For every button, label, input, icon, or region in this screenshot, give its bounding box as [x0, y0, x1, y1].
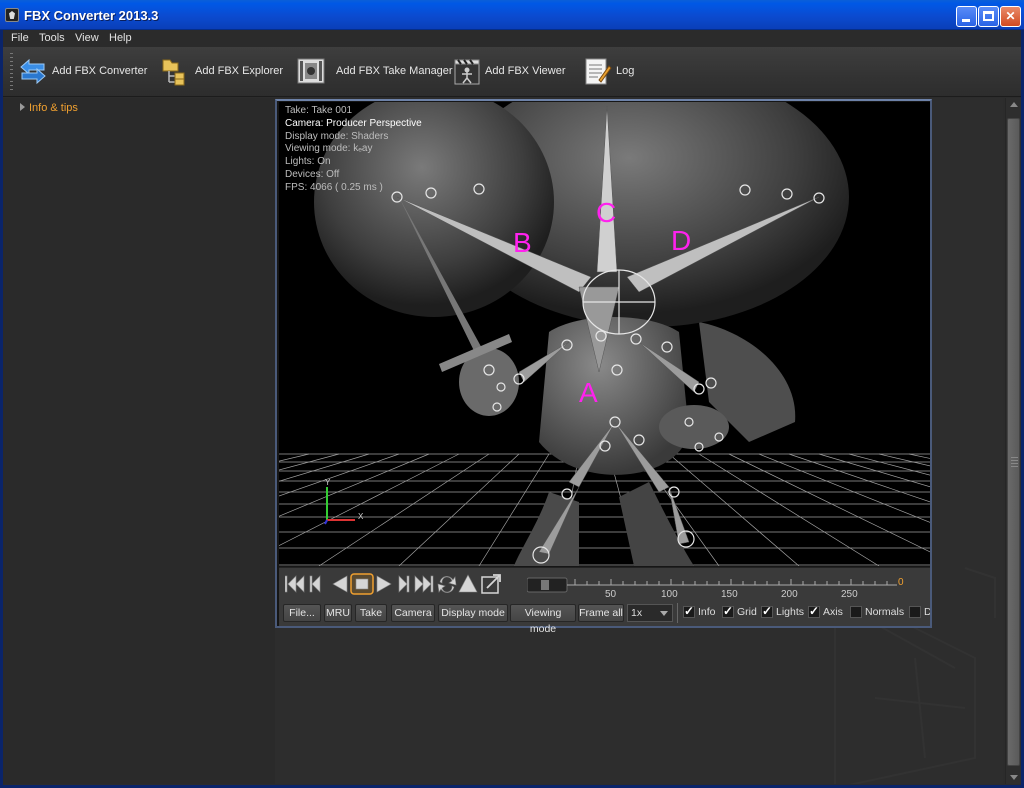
marker-d: D [671, 225, 691, 256]
hud-viewing-mode-value: kₑay [353, 143, 373, 155]
go-to-start-icon[interactable] [285, 575, 305, 593]
hud-camera: Camera: Producer Perspective [285, 117, 422, 129]
frame-all-button[interactable]: Frame all [578, 604, 624, 622]
stop-icon[interactable] [350, 573, 374, 595]
marker-a: A [579, 377, 598, 408]
add-fbx-viewer-button[interactable]: Add FBX Viewer [452, 56, 566, 88]
tick-label: 150 [721, 589, 738, 600]
scroll-down-icon[interactable] [1010, 775, 1018, 780]
tool-label: Add FBX Explorer [195, 65, 284, 77]
loop-icon[interactable] [437, 576, 457, 593]
info-checkbox[interactable] [683, 604, 695, 618]
divider [677, 603, 678, 623]
camera-button[interactable]: Camera [391, 604, 435, 622]
axis-checkbox[interactable] [808, 604, 820, 618]
add-fbx-explorer-button[interactable]: Add FBX Explorer [161, 56, 283, 88]
current-frame: 0 [898, 577, 904, 588]
axis-label-y: Y [325, 478, 331, 487]
app-icon [5, 8, 19, 22]
hud-fps: FPS: 4066 ( 0.25 ms ) [285, 181, 383, 193]
axis-label-x: X [358, 512, 364, 521]
expand-arrow-icon[interactable] [20, 103, 25, 111]
clapperboard-icon [454, 59, 480, 85]
log-button[interactable]: Log [582, 56, 642, 88]
file-button[interactable]: File... [283, 604, 321, 622]
fbx-viewer-panel: Y X A B C D Take: Take 001 Camera: Produ… [275, 99, 932, 635]
hud-viewing-mode-label: Viewing mode: [285, 143, 351, 155]
play-backward-icon[interactable] [332, 575, 348, 593]
hud-lights: Lights: On [285, 156, 331, 168]
minimize-button[interactable] [956, 6, 977, 27]
ping-pong-icon[interactable] [458, 574, 478, 593]
hud-viewing-mode: Viewing mode: kₑay [285, 143, 422, 156]
tree-item-info-tips[interactable]: Info & tips [20, 102, 78, 114]
next-key-icon[interactable] [398, 575, 410, 593]
left-panel: Info & tips [3, 98, 275, 784]
folder-tree-icon [162, 59, 185, 86]
converter-arrows-icon [20, 58, 46, 85]
add-fbx-converter-button[interactable]: Add FBX Converter [18, 56, 147, 88]
transport-controls [285, 573, 501, 595]
marker-b: B [513, 227, 532, 258]
grid-checkbox[interactable] [722, 604, 734, 618]
log-notepad-icon [585, 58, 612, 85]
viewer-hud: Take: Take 001 Camera: Producer Perspect… [285, 105, 422, 195]
speed-select[interactable]: 1x [627, 604, 673, 622]
info-checkbox-label: Info [698, 606, 716, 618]
normals-checkbox[interactable] [850, 606, 862, 618]
tool-label: Add FBX Converter [52, 65, 148, 77]
menu-bar: File Tools View Help [3, 30, 1021, 47]
tool-label: Add FBX Viewer [485, 65, 566, 77]
devices-checkbox-label: D [924, 606, 930, 618]
export-icon[interactable] [481, 574, 501, 594]
tick-label: 250 [841, 589, 858, 600]
maximize-button[interactable] [978, 6, 999, 27]
tick-label: 200 [781, 589, 798, 600]
hud-devices: Devices: Off [285, 168, 340, 180]
window-title-bar[interactable]: FBX Converter 2013.3 ✕ [0, 0, 1024, 30]
tick-label: 50 [605, 589, 617, 600]
lights-checkbox-label: Lights [776, 606, 805, 618]
menu-view[interactable]: View [75, 32, 99, 44]
window-title: FBX Converter 2013.3 [24, 8, 159, 23]
add-fbx-take-manager-button[interactable]: Add FBX Take Manager [296, 56, 453, 88]
main-toolbar: Add FBX Converter Add FBX Explorer Add F… [3, 47, 1021, 97]
devices-checkbox[interactable] [909, 606, 921, 618]
marker-c: C [596, 197, 616, 228]
maximize-icon [983, 11, 994, 21]
tool-label: Log [616, 65, 635, 77]
play-forward-icon[interactable] [376, 575, 392, 593]
timeline-ruler[interactable]: 50 100 150 200 250 [526, 570, 907, 600]
scroll-grip [1011, 457, 1018, 469]
tree-item-label: Info & tips [29, 102, 78, 114]
toolbar-grip[interactable] [10, 53, 13, 91]
viewer-controls: 50 100 150 200 250 0 File... MRU Take Ca… [279, 567, 930, 635]
tool-label: Add FBX Take Manager [336, 65, 453, 77]
go-to-end-icon[interactable] [414, 575, 434, 593]
hud-display-mode: Display mode: Shaders [285, 130, 389, 142]
minimize-icon [962, 19, 970, 22]
axis-checkbox-label: Axis [823, 606, 843, 618]
3d-viewport[interactable]: Y X A B C D Take: Take 001 Camera: Produ… [279, 102, 930, 566]
mru-button[interactable]: MRU [324, 604, 352, 622]
close-icon: ✕ [1005, 9, 1016, 23]
menu-tools[interactable]: Tools [39, 32, 65, 44]
scroll-up-icon[interactable] [1010, 102, 1018, 107]
film-strip-icon [297, 58, 325, 84]
scroll-thumb[interactable] [1007, 118, 1020, 766]
menu-file[interactable]: File [11, 32, 29, 44]
lights-checkbox[interactable] [761, 604, 773, 618]
normals-checkbox-label: Normals [865, 606, 905, 618]
hud-take: Take: Take 001 [285, 105, 353, 116]
display-mode-button[interactable]: Display mode [438, 604, 508, 622]
grid-checkbox-label: Grid [737, 606, 757, 618]
take-button[interactable]: Take [355, 604, 387, 622]
close-button[interactable]: ✕ [1000, 6, 1021, 27]
viewing-mode-button[interactable]: Viewing mode [510, 604, 576, 635]
vertical-scrollbar[interactable] [1005, 98, 1021, 784]
previous-key-icon[interactable] [309, 575, 321, 593]
menu-help[interactable]: Help [109, 32, 132, 44]
tick-label: 100 [661, 589, 678, 600]
